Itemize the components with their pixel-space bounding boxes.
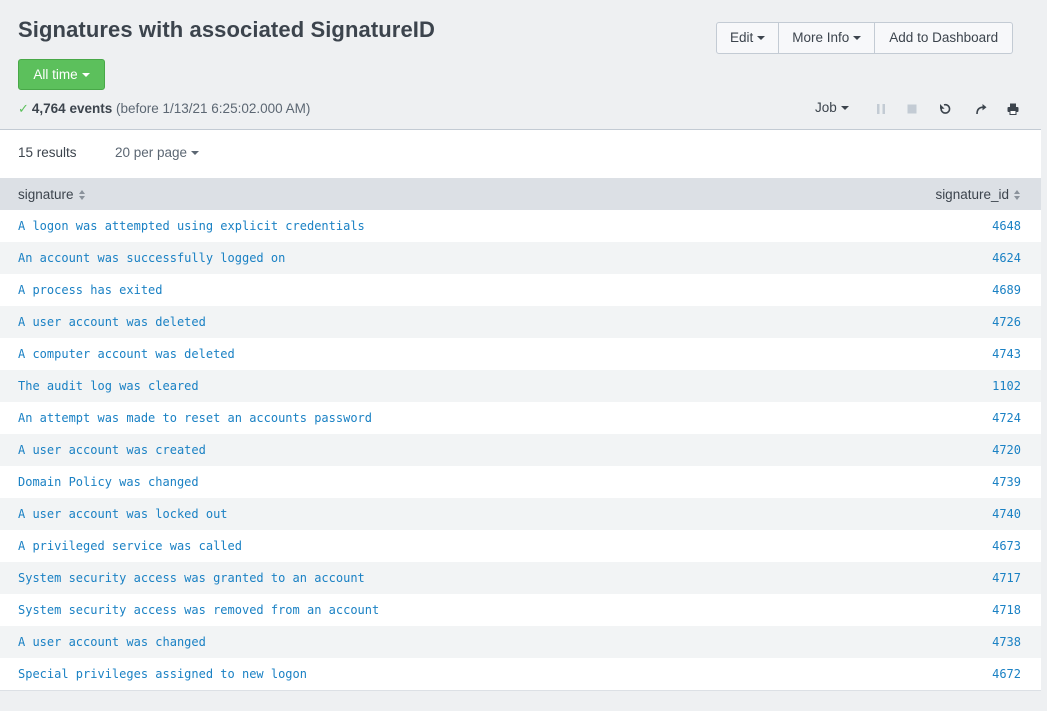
page-title: Signatures with associated SignatureID [18,17,436,42]
table-row: A computer account was deleted 4743 [0,338,1041,370]
signature-cell[interactable]: A user account was locked out [0,498,795,530]
signature-cell[interactable]: System security access was granted to an… [0,562,795,594]
signature-cell[interactable]: A logon was attempted using explicit cre… [0,210,794,242]
signature-cell[interactable]: Domain Policy was changed [0,466,794,498]
column-header-label: signature_id [935,186,1009,202]
chevron-down-icon [191,151,200,156]
per-page-label: 20 per page [115,145,188,160]
search-status: ✓ 4,764 events (before 1/13/21 6:25:02.00… [18,101,310,117]
time-range-picker[interactable]: All time [18,59,105,90]
search-timestamp: (before 1/13/21 6:25:02.000 AM) [115,101,311,116]
signature-id-cell[interactable]: 4724 [794,402,1041,434]
signature-id-cell[interactable]: 4672 [794,658,1041,690]
more-info-button-label: More Info [792,30,850,45]
column-header-signature[interactable]: signature [0,178,795,210]
signature-cell[interactable]: An attempt was made to reset an accounts… [0,402,794,434]
table-row: A user account was created 4720 [0,434,1041,466]
signature-cell[interactable]: A process has exited [0,274,794,306]
per-page-selector[interactable]: 20 per page [115,145,200,160]
signature-id-cell[interactable]: 4648 [794,210,1041,242]
table-row: A user account was deleted 4726 [0,306,1041,338]
signature-id-cell[interactable]: 4738 [794,626,1041,658]
signature-id-cell[interactable]: 4739 [794,466,1041,498]
signature-cell[interactable]: A computer account was deleted [0,338,794,370]
job-menu-label: Job [815,100,837,115]
chevron-down-icon [757,36,766,41]
results-count: 15 results [18,145,77,160]
print-icon[interactable] [1006,102,1020,116]
table-row: A user account was locked out 4740 [0,498,1041,530]
signature-id-cell[interactable]: 4718 [794,594,1041,626]
table-row: The audit log was cleared 1102 [0,370,1041,402]
event-count[interactable]: 4,764 events [32,101,112,116]
more-info-button[interactable]: More Info [779,22,876,54]
signature-id-cell[interactable]: 4726 [794,306,1041,338]
job-controls: Job [815,100,1047,118]
chevron-down-icon [81,73,90,78]
signature-id-cell[interactable]: 4717 [794,562,1041,594]
signature-cell[interactable]: The audit log was cleared [0,370,795,402]
chevron-down-icon [853,36,862,41]
results-panel: 15 results 20 per page signature signatu… [0,129,1041,691]
dashboard-header: Signatures with associated SignatureID E… [0,0,1047,129]
stop-icon[interactable] [905,102,919,116]
signature-cell[interactable]: Special privileges assigned to new logon [0,658,794,690]
signature-cell[interactable]: An account was successfully logged on [0,242,795,274]
table-footer-divider [0,690,1041,691]
results-table: signature signature_id A logon was attem… [0,178,1041,690]
signature-id-cell[interactable]: 1102 [794,370,1041,402]
chevron-down-icon [840,106,849,111]
scrollbar[interactable] [1041,129,1047,711]
add-to-dashboard-label: Add to Dashboard [889,30,999,45]
table-row: An account was successfully logged on 462… [0,242,1041,274]
job-menu-button[interactable]: Job [815,100,849,115]
sort-icon [78,189,86,200]
share-icon[interactable] [974,102,988,116]
signature-cell[interactable]: A user account was changed [0,626,795,658]
table-row: System security access was granted to an… [0,562,1041,594]
signature-cell[interactable]: A user account was created [0,434,795,466]
page-bottom-edge [0,707,1041,711]
pause-icon[interactable] [874,102,888,116]
header-button-group: Edit More Info Add to Dashboard [716,22,1014,54]
table-row: A user account was changed 4738 [0,626,1041,658]
column-header-label: signature [18,186,74,202]
signature-cell[interactable]: A privileged service was called [0,530,794,562]
table-row: A logon was attempted using explicit cre… [0,210,1041,242]
table-header-row: signature signature_id [0,178,1041,210]
edit-button[interactable]: Edit [716,22,780,54]
add-to-dashboard-button[interactable]: Add to Dashboard [875,22,1014,54]
signature-id-cell[interactable]: 4673 [794,530,1041,562]
check-icon: ✓ [18,101,29,116]
table-row: Special privileges assigned to new logon… [0,658,1041,690]
table-row: A privileged service was called 4673 [0,530,1041,562]
signature-id-cell[interactable]: 4720 [794,434,1041,466]
column-header-signature-id[interactable]: signature_id [794,178,1041,210]
refresh-icon[interactable] [938,102,952,116]
table-row: System security access was removed from … [0,594,1041,626]
signature-id-cell[interactable]: 4689 [794,274,1041,306]
signature-id-cell[interactable]: 4740 [794,498,1041,530]
signature-id-cell[interactable]: 4624 [794,242,1041,274]
table-row: A process has exited 4689 [0,274,1041,306]
signature-cell[interactable]: System security access was removed from … [0,594,794,626]
signature-cell[interactable]: A user account was deleted [0,306,795,338]
signature-id-cell[interactable]: 4743 [794,338,1041,370]
time-range-label: All time [33,67,78,82]
sort-icon [1014,189,1021,200]
table-row: An attempt was made to reset an accounts… [0,402,1041,434]
table-row: Domain Policy was changed 4739 [0,466,1041,498]
edit-button-label: Edit [730,30,754,45]
